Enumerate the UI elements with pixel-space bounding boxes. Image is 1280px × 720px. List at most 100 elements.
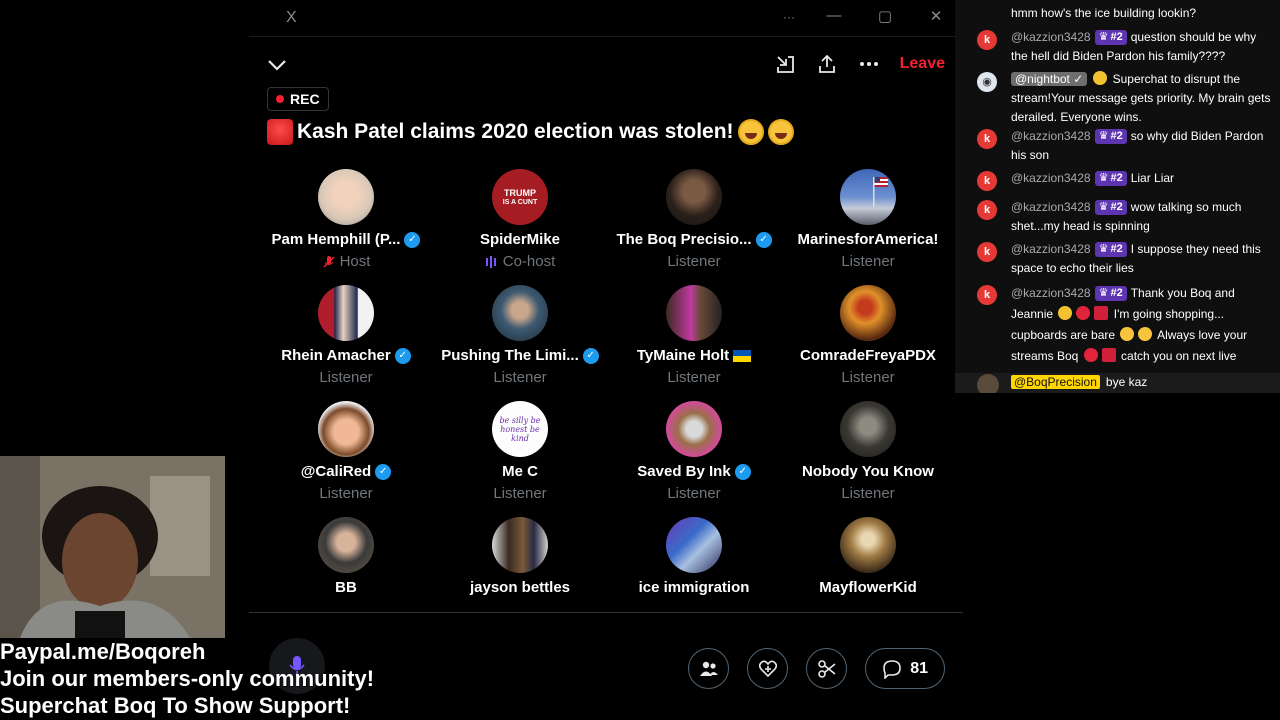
participant-role: Listener: [667, 485, 721, 502]
chat-username[interactable]: @kazzion3428: [1011, 242, 1091, 256]
browser-window: X ··· — ▢ ✕ Leave REC Kash Patel claims …: [249, 0, 963, 720]
participant-role: Listener: [841, 485, 895, 502]
avatar: be silly be honest be kind: [492, 401, 548, 457]
chat-message: k @kazzion3428 ♛ #2 question should be why…: [955, 28, 1280, 66]
participant[interactable]: Pushing The Limi... ✓ Listener: [433, 285, 607, 386]
people-button[interactable]: [688, 648, 730, 689]
window-maximize-button[interactable]: ▢: [875, 7, 895, 25]
participant-role: Listener: [493, 369, 547, 386]
chat-username[interactable]: @kazzion3428: [1011, 286, 1091, 300]
chat-message: k @kazzion3428 ♛ #2 wow talking so much sh…: [955, 198, 1280, 236]
chat-text: bye kaz: [1105, 375, 1148, 389]
laughing-emoji-icon: [1120, 327, 1135, 341]
participant[interactable]: ice immigration: [607, 517, 781, 596]
speaking-bars-icon: [485, 255, 496, 268]
participant[interactable]: ComradeFreyaPDX Listener: [781, 285, 955, 386]
avatar: k: [977, 30, 997, 50]
participant[interactable]: Saved By Ink ✓ Listener: [607, 401, 781, 502]
participant-name: MayflowerKid: [819, 579, 917, 596]
avatar: [666, 285, 722, 341]
overlay-members: Join our members-only community!: [0, 666, 375, 691]
avatar: [666, 169, 722, 225]
chat-username[interactable]: @kazzion3428: [1011, 171, 1091, 185]
avatar: k: [977, 129, 997, 149]
participant[interactable]: The Boq Precisio... ✓ Listener: [607, 169, 781, 270]
participant-role: Co-host: [502, 253, 556, 270]
avatar: [666, 517, 722, 573]
avatar: k: [977, 200, 997, 220]
member-badge: ♛ #2: [1094, 200, 1127, 215]
participant-name: Saved By Ink: [637, 463, 731, 480]
member-badge: ♛ #2: [1094, 30, 1127, 45]
clip-button[interactable]: [806, 648, 848, 689]
more-options-icon[interactable]: [858, 53, 880, 75]
verified-badge-icon: ✓: [755, 231, 772, 248]
money-bag-icon: [1093, 71, 1108, 85]
participant-name: SpiderMike: [479, 231, 561, 248]
laughing-emoji-icon: [1138, 327, 1153, 341]
share-icon[interactable]: [816, 53, 838, 75]
leave-button[interactable]: Leave: [900, 55, 945, 73]
hundred-icon: [1101, 348, 1116, 362]
chat-username[interactable]: @kazzion3428: [1011, 200, 1091, 214]
chat-username[interactable]: @kazzion3428: [1011, 129, 1091, 143]
collapse-chevron-icon[interactable]: [265, 55, 289, 80]
participant[interactable]: TRUMP IS A CUNT SpiderMike Co-host: [433, 169, 607, 270]
window-minimize-button[interactable]: —: [824, 7, 844, 24]
comments-button[interactable]: 81: [865, 648, 945, 689]
participant-role: Listener: [667, 253, 721, 270]
avatar: k: [977, 171, 997, 191]
avatar-caption: IS A CUNT: [502, 198, 538, 206]
participant[interactable]: Rhein Amacher ✓ Listener: [259, 285, 433, 386]
chat-username[interactable]: @kazzion3428: [1011, 30, 1091, 44]
chat-username[interactable]: @nightbot ✓: [1011, 72, 1088, 86]
participant-name: Pam Hemphill (P...: [271, 231, 401, 248]
participant-name: ice immigration: [638, 579, 750, 596]
participant[interactable]: BB: [259, 517, 433, 596]
participant-name: Nobody You Know: [802, 463, 934, 480]
participant[interactable]: MarinesforAmerica! Listener: [781, 169, 955, 270]
chat-message: k @kazzion3428 ♛ #2 Liar Liar: [955, 169, 1280, 191]
dock-icon[interactable]: [774, 53, 796, 75]
participant-name: MarinesforAmerica!: [797, 231, 939, 248]
window-close-button[interactable]: ✕: [926, 7, 946, 25]
flag-icon: [873, 177, 888, 207]
participant[interactable]: jayson bettles: [433, 517, 607, 596]
chat-username[interactable]: @BoqPrecision: [1011, 375, 1100, 389]
participant-role: Listener: [841, 253, 895, 270]
mic-off-icon: [323, 255, 335, 268]
participant[interactable]: be silly be honest be kind Me C Listener: [433, 401, 607, 502]
chat-text: Liar Liar: [1130, 171, 1175, 185]
verified-badge-icon: ✓: [375, 463, 392, 480]
chat-message: k @kazzion3428 ♛ #2 so why did Biden Pardo…: [955, 127, 1280, 165]
siren-emoji-icon: [267, 119, 293, 145]
avatar: [492, 285, 548, 341]
member-badge: ♛ #2: [1094, 171, 1127, 186]
avatar: [977, 374, 999, 393]
participant-role: Listener: [493, 485, 547, 502]
rec-badge: REC: [267, 87, 329, 111]
verified-badge-icon: ✓: [404, 231, 421, 248]
participant[interactable]: Pam Hemphill (P... ✓ Host: [259, 169, 433, 270]
people-icon: [699, 661, 718, 676]
participant[interactable]: @CaliRed ✓ Listener: [259, 401, 433, 502]
overlay-paypal: Paypal.me/Boqoreh: [0, 639, 206, 664]
avatar: [840, 401, 896, 457]
participant[interactable]: TyMaine Holt Listener: [607, 285, 781, 386]
react-button[interactable]: [747, 648, 789, 689]
participant[interactable]: Nobody You Know Listener: [781, 401, 955, 502]
member-badge: ♛ #2: [1094, 286, 1127, 301]
scissors-icon: [817, 659, 836, 678]
participant[interactable]: MayflowerKid: [781, 517, 955, 596]
window-title: X: [286, 9, 297, 26]
window-more-button[interactable]: ···: [779, 10, 799, 24]
chat-message: k @kazzion3428 ♛ #2 Thank you Boq and Jean…: [955, 283, 1280, 367]
participant-role: Listener: [319, 485, 373, 502]
title-bar: X ··· — ▢ ✕: [249, 0, 963, 36]
avatar: TRUMP IS A CUNT: [492, 169, 548, 225]
member-badge: ♛ #2: [1094, 129, 1127, 144]
comment-count: 81: [910, 659, 928, 677]
chat-text: hmm how's the ice building lookin?: [1011, 6, 1197, 20]
verified-badge-icon: ✓: [734, 463, 751, 480]
heart-icon: [1083, 348, 1098, 362]
